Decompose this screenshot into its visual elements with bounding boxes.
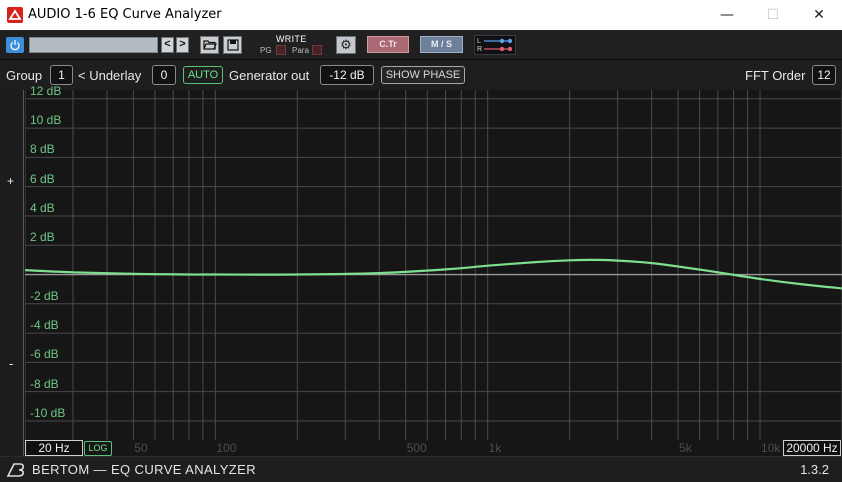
eq-curve-graph[interactable]: 12 dB 10 dB 8 dB 6 dB 4 dB 2 dB -2 dB -4 dB -6 d… xyxy=(25,84,842,456)
minimize-button[interactable]: — xyxy=(704,0,750,30)
zoom-out-button[interactable]: - xyxy=(9,356,13,371)
para-toggle[interactable] xyxy=(312,45,322,55)
settings-button[interactable]: ⚙ xyxy=(336,36,356,54)
freq-tick-label: 5k xyxy=(679,441,692,455)
min-frequency-field[interactable]: 20 Hz xyxy=(25,440,83,456)
save-icon xyxy=(226,39,239,51)
bertom-logo-icon xyxy=(6,463,24,477)
save-preset-button[interactable] xyxy=(223,36,242,54)
db-tick-label: -4 dB xyxy=(30,318,59,333)
db-tick-label: 8 dB xyxy=(30,142,55,157)
mid-side-button[interactable]: M / S xyxy=(420,36,463,53)
para-label: Para xyxy=(292,46,309,55)
next-preset-button[interactable]: > xyxy=(176,37,189,53)
plugin-window: AUDIO 1-6 EQ Curve Analyzer — ☐ ✕ < > WR… xyxy=(0,0,842,482)
zoom-in-button[interactable]: + xyxy=(7,174,14,188)
power-button[interactable] xyxy=(6,37,24,53)
log-scale-button[interactable]: LOG xyxy=(84,441,112,456)
pg-label: PG xyxy=(260,46,272,55)
controls-row: Group 1 < Underlay 0 AUTO Generator out … xyxy=(0,61,842,90)
close-button[interactable]: ✕ xyxy=(796,0,842,30)
show-phase-button[interactable]: SHOW PHASE xyxy=(381,66,465,84)
freq-tick-label: 100 xyxy=(216,441,237,455)
db-tick-label: 4 dB xyxy=(30,200,55,215)
maximize-button: ☐ xyxy=(750,0,796,30)
freq-tick-label: 10k xyxy=(761,441,781,455)
ctr-button[interactable]: C.Tr xyxy=(367,36,409,53)
generator-out-label: Generator out xyxy=(229,68,310,83)
brand-name: BERTOM — EQ CURVE ANALYZER xyxy=(32,462,256,477)
db-tick-label: -8 dB xyxy=(30,376,59,391)
group-label: Group xyxy=(6,68,43,83)
previous-preset-button[interactable]: < xyxy=(161,37,174,53)
channel-routing-icon xyxy=(484,38,513,52)
pg-toggle[interactable] xyxy=(276,45,286,55)
maximize-icon: ☐ xyxy=(766,7,780,23)
version-label: 1.3.2 xyxy=(800,462,829,477)
plugin-toolbar: < > WRITE PG Para ⚙ C.Tr M / S L R xyxy=(0,30,842,60)
preset-name-field[interactable] xyxy=(29,37,158,53)
channel-routing-button[interactable]: L R xyxy=(474,35,516,55)
fft-order-field[interactable]: 12 xyxy=(812,65,836,85)
app-logo-icon xyxy=(7,7,23,23)
db-tick-label: -6 dB xyxy=(30,347,59,362)
db-tick-label: -2 dB xyxy=(30,288,59,303)
write-label: WRITE xyxy=(276,34,307,44)
underlay-label: < Underlay xyxy=(78,68,142,83)
title-bar: AUDIO 1-6 EQ Curve Analyzer — ☐ ✕ xyxy=(0,0,842,30)
freq-tick-label: 500 xyxy=(406,441,427,455)
range-strip: + - xyxy=(0,90,24,456)
db-tick-label: 6 dB xyxy=(30,171,55,186)
max-frequency-field[interactable]: 20000 Hz xyxy=(783,440,841,456)
open-preset-button[interactable] xyxy=(200,36,219,54)
eq-graph-canvas xyxy=(25,90,842,440)
window-title: AUDIO 1-6 EQ Curve Analyzer xyxy=(28,7,222,22)
fft-order-label: FFT Order xyxy=(745,68,806,83)
group-value-field[interactable]: 1 xyxy=(50,65,73,85)
generator-out-field[interactable]: -12 dB xyxy=(320,65,374,85)
underlay-value-field[interactable]: 0 xyxy=(152,65,176,85)
auto-button[interactable]: AUTO xyxy=(183,66,223,84)
footer-bar: BERTOM — EQ CURVE ANALYZER 1.3.2 xyxy=(0,456,842,482)
freq-tick-label: 1k xyxy=(488,441,502,455)
db-tick-label: 10 dB xyxy=(30,113,62,128)
close-icon: ✕ xyxy=(813,7,825,23)
gear-icon: ⚙ xyxy=(340,37,352,52)
db-tick-label: 2 dB xyxy=(30,230,55,245)
freq-tick-label: 50 xyxy=(134,441,148,455)
db-tick-label: 12 dB xyxy=(30,83,62,98)
power-icon xyxy=(10,40,20,51)
minimize-icon: — xyxy=(720,7,734,23)
folder-open-icon xyxy=(202,40,217,50)
db-tick-label: -10 dB xyxy=(30,405,66,420)
